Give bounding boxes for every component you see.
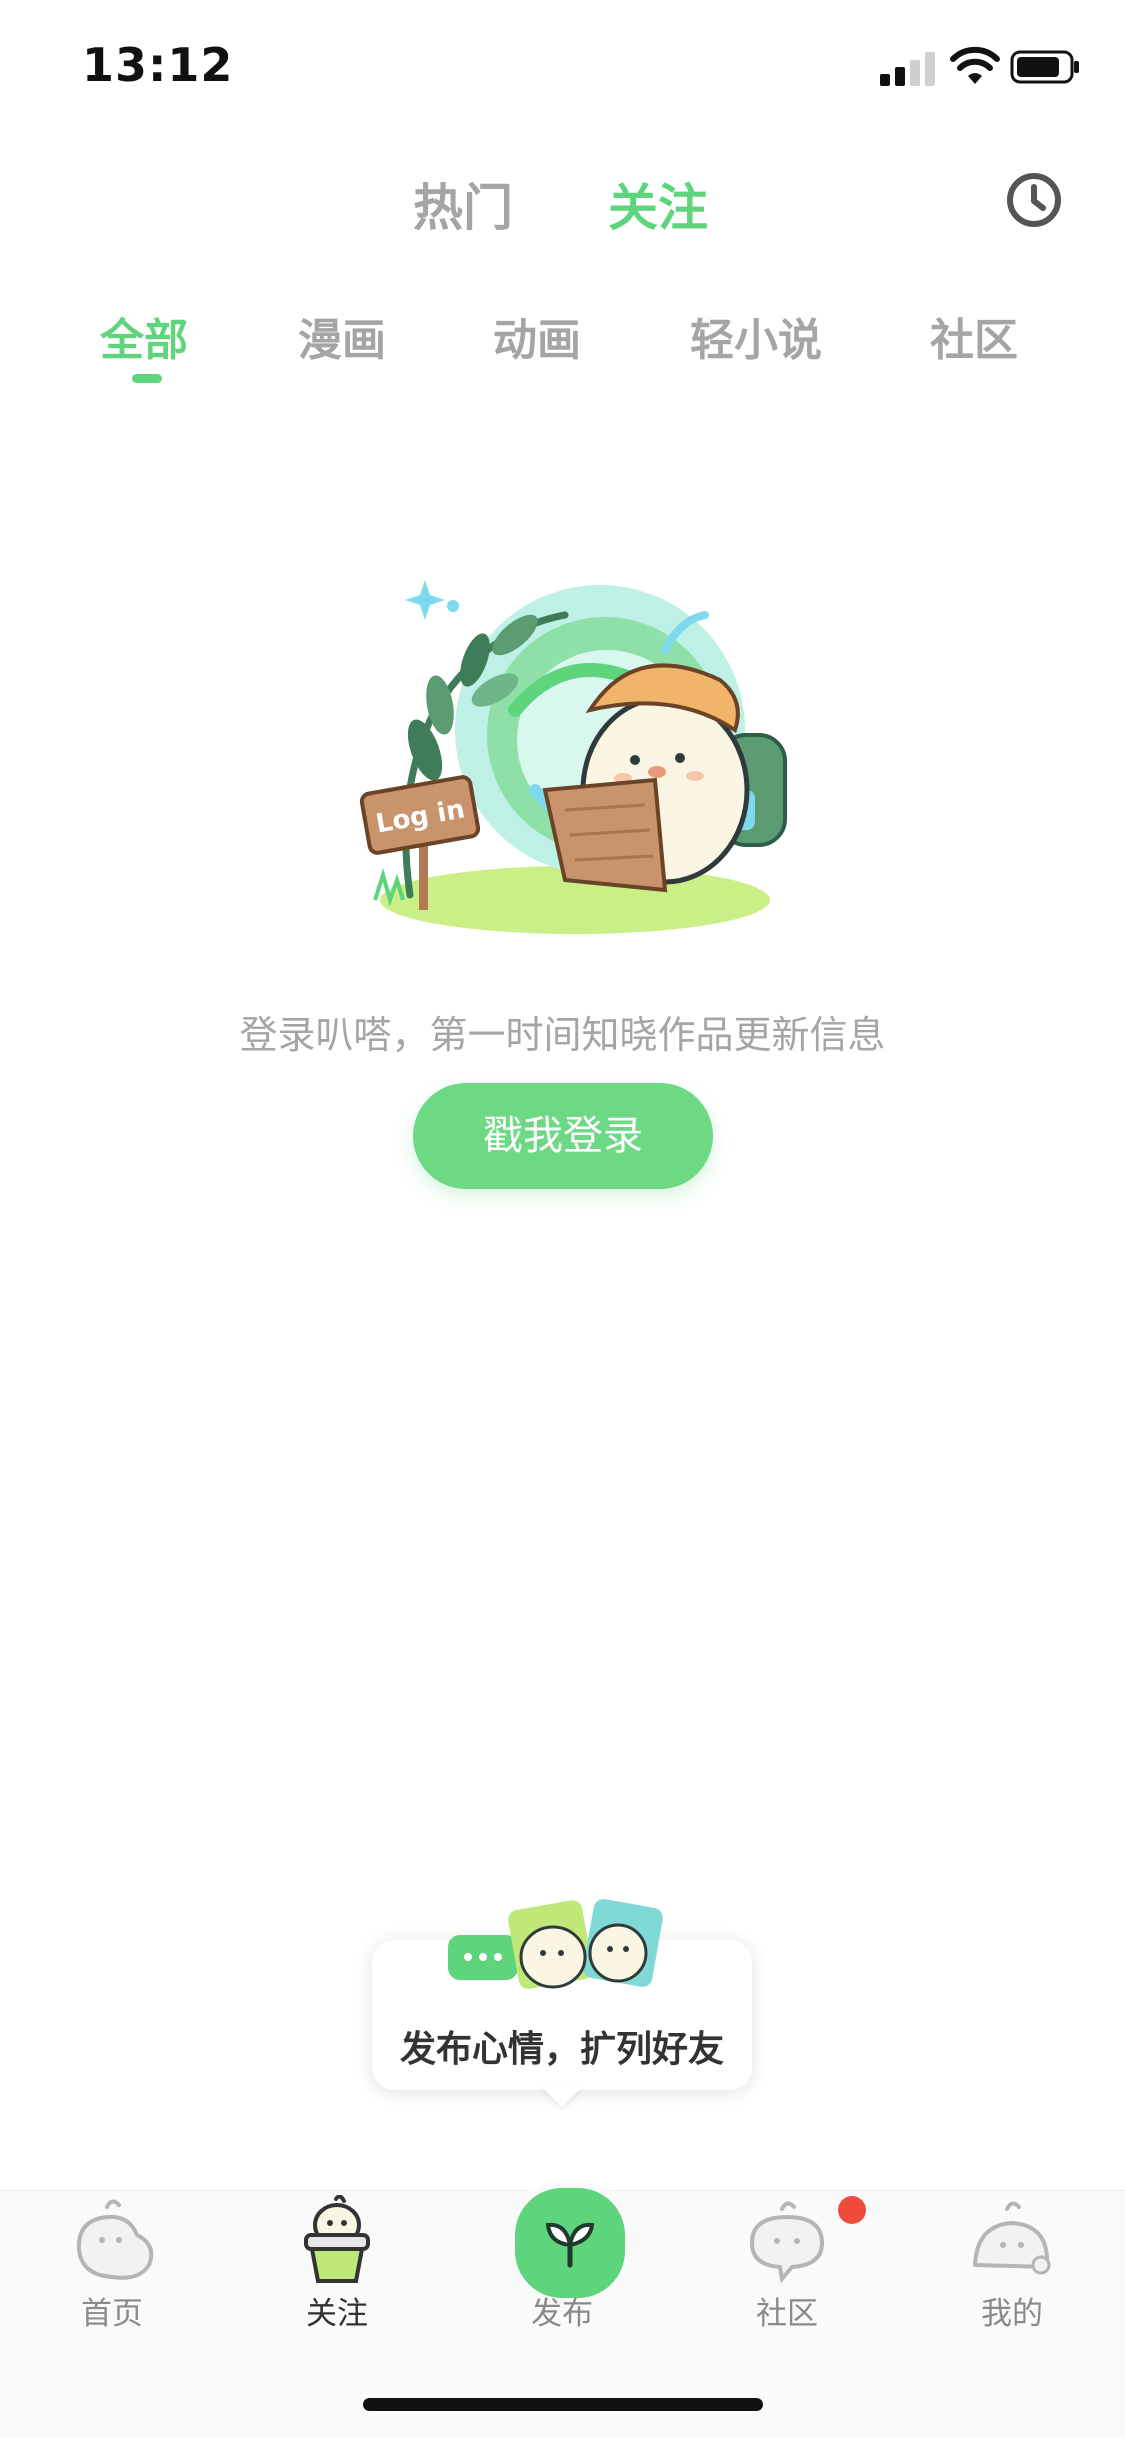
nav-item-follow[interactable]: 关注	[262, 2195, 412, 2335]
nav-label-post: 发布	[531, 2296, 593, 2332]
cellular-signal-icon	[880, 52, 935, 86]
nav-item-home[interactable]: 首页	[37, 2195, 187, 2335]
empty-state-message: 登录叭嗒，第一时间知晓作品更新信息	[239, 1013, 886, 1057]
category-tab-all[interactable]: 全部	[100, 304, 188, 368]
wifi-icon	[950, 46, 1000, 84]
nav-item-mine[interactable]: 我的	[937, 2195, 1087, 2335]
mascot-pot-icon	[304, 2195, 370, 2283]
history-clock-icon[interactable]	[1004, 170, 1064, 230]
mascot-mine-icon	[973, 2201, 1051, 2275]
category-tab-light-novel[interactable]: 轻小说	[690, 304, 822, 368]
chat-bubble-mascot-icon	[749, 2201, 825, 2284]
category-tab-manga[interactable]: 漫画	[298, 304, 386, 368]
tooltip-mascot-art	[448, 1899, 663, 1989]
tooltip-text: 发布心情，扩列好友	[399, 2029, 724, 2070]
mascot-home-icon	[76, 2199, 154, 2280]
login-illustration: Log in	[359, 580, 787, 934]
sprout-icon	[545, 2222, 595, 2268]
nav-label-follow: 关注	[306, 2296, 368, 2332]
nav-label-home: 首页	[81, 2296, 143, 2332]
tab-hot[interactable]: 热门	[413, 168, 513, 240]
tooltip-arrow	[540, 2085, 584, 2107]
nav-label-mine: 我的	[981, 2296, 1043, 2332]
notification-badge	[838, 2196, 866, 2224]
active-tab-indicator	[132, 374, 162, 383]
battery-icon	[1010, 50, 1079, 84]
tab-follow[interactable]: 关注	[608, 168, 708, 240]
category-tab-anime[interactable]: 动画	[493, 304, 581, 368]
login-button[interactable]: 戳我登录	[413, 1083, 713, 1189]
home-indicator[interactable]	[363, 2398, 763, 2411]
category-tab-community[interactable]: 社区	[930, 304, 1018, 368]
nav-label-community: 社区	[756, 2296, 818, 2332]
status-time: 13:12	[82, 38, 234, 92]
